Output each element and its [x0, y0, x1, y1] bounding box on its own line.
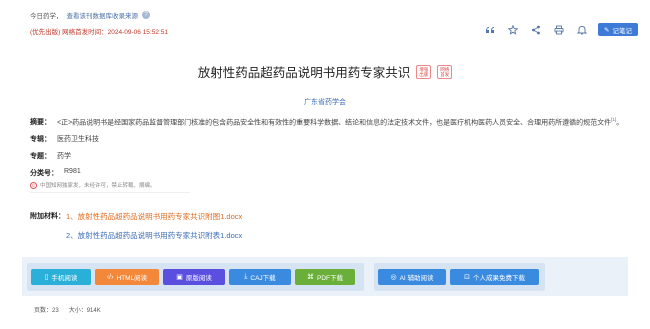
print-icon[interactable]: [552, 23, 565, 36]
attachment-link-2[interactable]: 2、放射性药品超药品说明书用药专家共识附表1.docx: [66, 230, 242, 241]
pdf-icon: ⌘: [307, 274, 314, 281]
star-icon[interactable]: [506, 23, 519, 36]
mobile-icon: ▯: [44, 274, 49, 281]
series-label: 专辑：: [30, 136, 51, 143]
quote-icon[interactable]: [483, 23, 496, 36]
personal-download-label: 个人成果免费下载: [472, 275, 525, 282]
ai-icon: ◎: [390, 274, 397, 281]
title-row: 放射性药品超药品说明书用药专家共识 增强出版 网络首发: [0, 62, 650, 81]
class-label: 分类号：: [30, 170, 58, 177]
book-icon: ▣: [176, 274, 183, 281]
online-first-badge[interactable]: 网络首发: [437, 64, 453, 79]
series-value: 医药卫生科技: [57, 136, 99, 143]
ai-personal-group: ◎ AI 辅助阅读 ⊡ 个人成果免费下载: [374, 263, 545, 291]
attachments-label: 附加材料：: [30, 213, 65, 220]
original-read-button[interactable]: ▣ 原版阅读: [163, 269, 225, 285]
bell-icon[interactable]: [575, 23, 588, 36]
page-count: 页数：23: [34, 308, 59, 314]
share-icon[interactable]: [529, 23, 542, 36]
topic-label: 专题：: [30, 153, 51, 160]
file-size: 大小：914K: [68, 308, 101, 314]
copyright-notice: © 中国知网独家发，未经许可，禁止转载、摘编。: [30, 181, 190, 193]
help-icon[interactable]: ?: [142, 11, 150, 19]
take-note-button[interactable]: ✎ 记笔记: [598, 23, 638, 36]
pdf-download-button[interactable]: ⌘ PDF下载: [295, 269, 355, 285]
user-icon: ⊡: [464, 274, 470, 281]
abstract-row: 摘要： <正>药品说明书是经国家药品监督管理部门核准的包含药品安全性和有效性的重…: [30, 117, 623, 127]
ai-read-button[interactable]: ◎ AI 辅助阅读: [378, 269, 446, 285]
series-row: 专辑： 医药卫生科技: [30, 134, 99, 144]
author-link[interactable]: 广东省药学会: [0, 97, 650, 107]
take-note-label: 记笔记: [612, 27, 633, 35]
enhanced-badge[interactable]: 增强出版: [416, 64, 432, 79]
original-read-label: 原版阅读: [185, 275, 212, 282]
copyright-text: 中国知网独家发，未经许可，禁止转载、摘编。: [40, 183, 156, 189]
abstract-body: <正>药品说明书是经国家药品监督管理部门核准的包含药品安全性和有效性的重要科学数…: [57, 119, 612, 127]
abstract-label: 摘要：: [30, 119, 51, 126]
read-download-group: ▯ 手机阅读 ‹/› HTML阅读 ▣ 原版阅读 ⤓ CAJ下载 ⌘ PDF下载: [27, 263, 364, 291]
publish-info: (优先出版) 网络首发时间：2024-09-06 15:52:51: [30, 29, 168, 36]
today-label: 今日药学，: [30, 13, 63, 20]
caj-download-label: CAJ下载: [250, 275, 276, 282]
article-title: 放射性药品超药品说明书用药专家共识: [197, 66, 411, 80]
copyright-icon: ©: [30, 181, 37, 189]
topic-row: 专题： 药学: [30, 151, 71, 161]
personal-download-button[interactable]: ⊡ 个人成果免费下载: [450, 269, 539, 285]
download-icon: ⤓: [244, 273, 248, 280]
caj-download-button[interactable]: ⤓ CAJ下载: [229, 269, 291, 285]
class-row: 分类号： R981: [30, 168, 81, 178]
toolbar: ✎ 记笔记: [483, 23, 638, 36]
pdf-download-label: PDF下载: [317, 275, 343, 282]
class-value: R981: [64, 168, 81, 175]
db-source-link[interactable]: 查看该刊数据库收录来源: [67, 10, 139, 20]
edit-icon: ✎: [604, 26, 610, 34]
mobile-read-label: 手机阅读: [51, 275, 78, 282]
html-read-label: HTML阅读: [116, 275, 148, 282]
mobile-read-button[interactable]: ▯ 手机阅读: [31, 269, 91, 285]
topic-value: 药学: [57, 153, 71, 160]
abstract-text: <正>药品说明书是经国家药品监督管理部门核准的包含药品安全性和有效性的重要科学数…: [57, 117, 623, 127]
abstract-end: 。: [616, 119, 624, 127]
ai-read-label: AI 辅助阅读: [399, 275, 434, 282]
code-icon: ‹/›: [106, 273, 114, 281]
html-read-button[interactable]: ‹/› HTML阅读: [95, 269, 159, 285]
file-meta: 页数：23 大小：914K: [34, 305, 101, 314]
topline: 今日药学， 查看该刊数据库收录来源 ?: [30, 10, 150, 20]
attachment-link-1[interactable]: 1、放射性药品超药品说明书用药专家共识附图1.docx: [66, 211, 242, 222]
